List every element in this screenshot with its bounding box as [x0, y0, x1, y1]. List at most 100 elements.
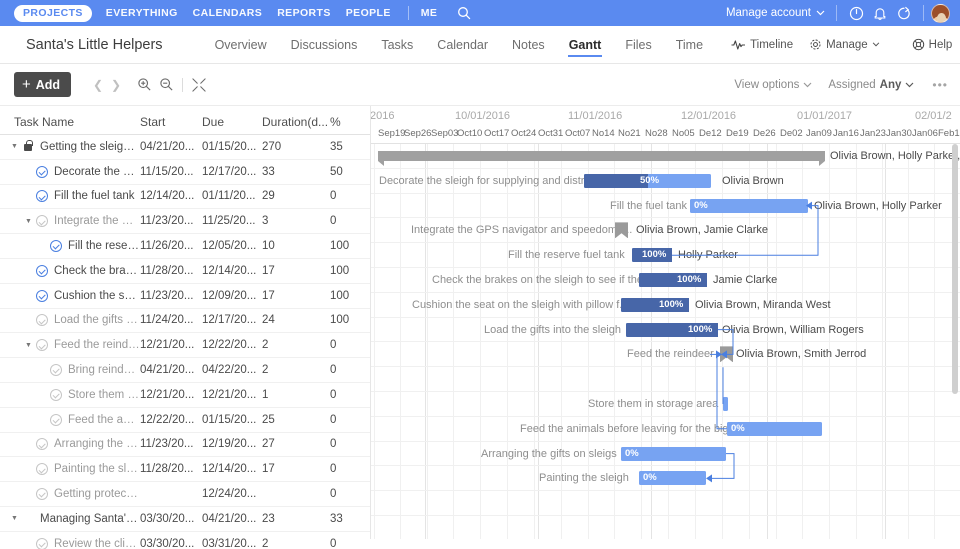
percent-cell[interactable]: 0 — [330, 215, 360, 227]
start-date-cell[interactable]: 11/24/20... — [140, 314, 202, 326]
help-button[interactable]: Help — [912, 38, 952, 51]
percent-cell[interactable]: 0 — [330, 438, 360, 450]
vertical-scrollbar[interactable] — [951, 144, 959, 539]
clock-icon[interactable] — [844, 2, 868, 24]
row-expand-caret[interactable]: ▼ — [22, 267, 35, 274]
nav-item-people[interactable]: PEOPLE — [346, 7, 391, 19]
start-date-cell[interactable]: 11/23/20... — [140, 438, 202, 450]
column-header-task-name[interactable]: Task Name — [0, 115, 140, 129]
start-date-cell[interactable]: 11/28/20... — [140, 265, 202, 277]
nav-item-calendars[interactable]: CALENDARS — [193, 7, 263, 19]
duration-cell[interactable]: 3 — [262, 215, 330, 227]
table-row[interactable]: ▼ Decorate the sl...11/15/20...12/17/20..… — [0, 160, 370, 185]
task-name-cell[interactable]: ▼ Store them in... — [0, 388, 140, 402]
tab-overview[interactable]: Overview — [203, 26, 279, 63]
start-date-cell[interactable]: 03/30/20... — [140, 513, 202, 525]
avatar[interactable] — [931, 3, 950, 23]
table-row[interactable]: ▼ Arranging the g...11/23/20...12/19/20..… — [0, 433, 370, 458]
duration-cell[interactable]: 2 — [262, 339, 330, 351]
check-circle-gray-icon[interactable] — [49, 363, 63, 377]
start-date-cell[interactable]: 11/15/20... — [140, 166, 202, 178]
percent-cell[interactable]: 0 — [330, 364, 360, 376]
row-expand-caret[interactable]: ▼ — [36, 416, 49, 423]
due-date-cell[interactable]: 03/31/20... — [202, 538, 262, 549]
add-button[interactable]: + Add — [14, 72, 72, 97]
due-date-cell[interactable]: 12/14/20... — [202, 265, 262, 277]
start-date-cell[interactable]: 12/14/20... — [140, 190, 202, 202]
due-date-cell[interactable]: 12/14/20... — [202, 463, 262, 475]
table-row[interactable]: ▼ Fill the fuel tank 12/14/20...01/11/20..… — [0, 185, 370, 210]
row-expand-caret[interactable]: ▼ — [22, 342, 35, 349]
row-expand-caret[interactable]: ▼ — [22, 193, 35, 200]
zoom-out-icon[interactable] — [155, 74, 177, 96]
percent-cell[interactable]: 100 — [330, 240, 360, 252]
table-row[interactable]: ▼ Getting protecti... 12/24/20... 0 — [0, 482, 370, 507]
gantt-task-bar[interactable]: 0% — [727, 421, 822, 436]
assigned-filter[interactable]: Assigned Any — [828, 79, 914, 91]
task-name-cell[interactable]: ▼ Fill the reserv... — [0, 239, 140, 253]
row-expand-caret[interactable]: ▼ — [22, 441, 35, 448]
nav-projects-pill[interactable]: PROJECTS — [14, 4, 92, 22]
due-date-cell[interactable]: 01/11/20... — [202, 190, 262, 202]
percent-cell[interactable]: 0 — [330, 389, 360, 401]
table-row[interactable]: ▼ Fill the reserv...11/26/20...12/05/20..… — [0, 234, 370, 259]
task-name-cell[interactable]: ▼ Review the clien... — [0, 537, 140, 549]
duration-cell[interactable]: 17 — [262, 290, 330, 302]
row-expand-caret[interactable]: ▼ — [36, 243, 49, 250]
task-name-cell[interactable]: ▼ Bring reindee... — [0, 363, 140, 377]
due-date-cell[interactable]: 04/22/20... — [202, 364, 262, 376]
due-date-cell[interactable]: 12/17/20... — [202, 314, 262, 326]
row-expand-caret[interactable]: ▼ — [8, 515, 21, 522]
percent-cell[interactable]: 100 — [330, 265, 360, 277]
more-options-button[interactable]: ••• — [932, 78, 948, 92]
check-circle-gray-icon[interactable] — [35, 313, 49, 327]
table-row[interactable]: ▼ Feed the ani...12/22/20...01/15/20...25… — [0, 408, 370, 433]
check-circle-gray-icon[interactable] — [35, 462, 49, 476]
gantt-task-bar[interactable]: 0% — [690, 198, 808, 213]
nav-item-everything[interactable]: EVERYTHING — [106, 7, 178, 19]
timeline-button[interactable]: Timeline — [731, 39, 793, 51]
check-circle-gray-icon[interactable] — [35, 214, 49, 228]
start-date-cell[interactable]: 12/21/20... — [140, 339, 202, 351]
check-circle-icon[interactable] — [35, 264, 49, 278]
gantt-task-bar[interactable]: 50% — [584, 173, 711, 188]
duration-cell[interactable]: 2 — [262, 538, 330, 549]
check-circle-icon[interactable] — [49, 239, 63, 253]
due-date-cell[interactable]: 01/15/20... — [202, 141, 262, 153]
task-name-cell[interactable]: ▼ Cushion the sea... — [0, 289, 140, 303]
task-name-cell[interactable]: ▼ Decorate the sl... — [0, 165, 140, 179]
row-expand-caret[interactable]: ▼ — [22, 540, 35, 547]
due-date-cell[interactable]: 12/17/20... — [202, 166, 262, 178]
percent-cell[interactable]: 0 — [330, 414, 360, 426]
start-date-cell[interactable]: 11/28/20... — [140, 463, 202, 475]
manage-account-menu[interactable]: Manage account — [726, 7, 825, 19]
tab-files[interactable]: Files — [613, 26, 663, 63]
due-date-cell[interactable]: 12/22/20... — [202, 339, 262, 351]
table-row[interactable]: ▼ Load the gifts in...11/24/20...12/17/20… — [0, 309, 370, 334]
tab-discussions[interactable]: Discussions — [279, 26, 370, 63]
nav-item-me[interactable]: ME — [421, 7, 438, 19]
task-name-cell[interactable]: ▼ Check the brake... — [0, 264, 140, 278]
due-date-cell[interactable]: 11/25/20... — [202, 215, 262, 227]
table-row[interactable]: ▼ Getting the sleigh ... 04/21/20... 01/15/… — [0, 135, 370, 160]
zoom-in-icon[interactable] — [133, 74, 155, 96]
duration-cell[interactable]: 27 — [262, 438, 330, 450]
duration-cell[interactable]: 24 — [262, 314, 330, 326]
gantt-task-bar[interactable]: 100% — [626, 322, 718, 337]
percent-cell[interactable]: 0 — [330, 488, 360, 500]
start-date-cell[interactable]: 03/30/20... — [140, 538, 202, 549]
task-name-cell[interactable]: ▼ Load the gifts in... — [0, 313, 140, 327]
gantt-task-bar[interactable]: 100% — [632, 248, 672, 263]
row-expand-caret[interactable]: ▼ — [22, 168, 35, 175]
check-circle-gray-icon[interactable] — [35, 487, 49, 501]
table-row[interactable]: ▼ Managing Santa's we...03/30/20...04/21/… — [0, 507, 370, 532]
task-name-cell[interactable]: ▼ Getting the sleigh ... — [0, 140, 140, 154]
tab-notes[interactable]: Notes — [500, 26, 557, 63]
percent-cell[interactable]: 0 — [330, 463, 360, 475]
row-expand-caret[interactable]: ▼ — [22, 317, 35, 324]
task-name-cell[interactable]: ▼ Painting the slei... — [0, 462, 140, 476]
percent-cell[interactable]: 100 — [330, 314, 360, 326]
start-date-cell[interactable]: 11/23/20... — [140, 290, 202, 302]
percent-cell[interactable]: 0 — [330, 339, 360, 351]
duration-cell[interactable]: 1 — [262, 389, 330, 401]
